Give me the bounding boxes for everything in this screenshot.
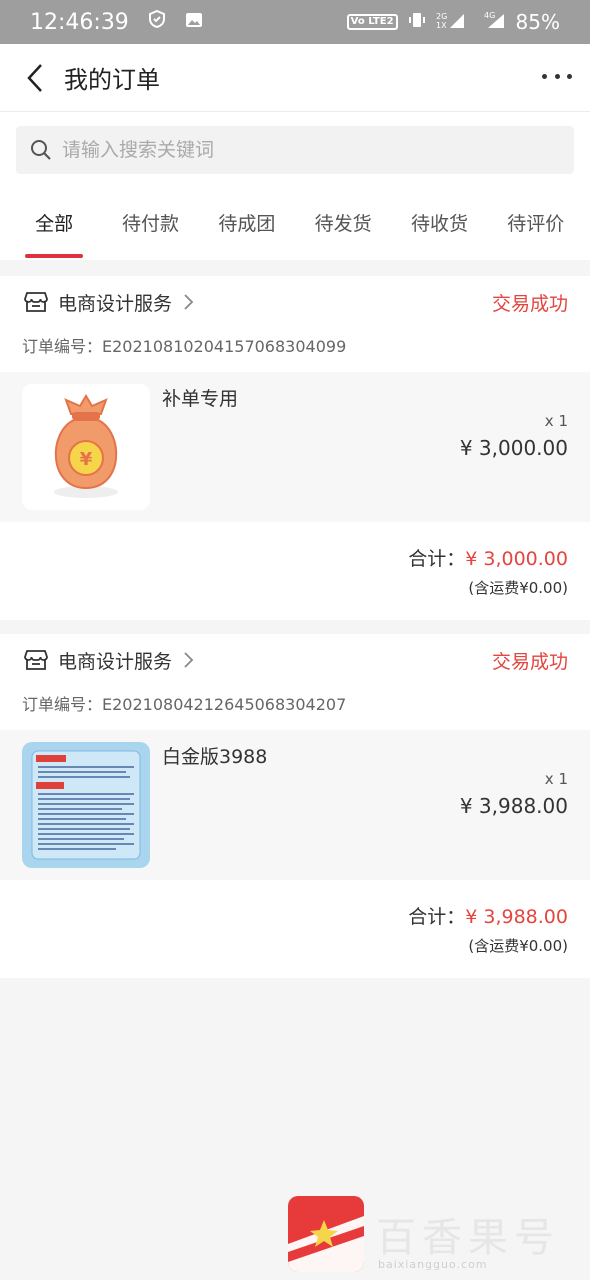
shop-link[interactable]: 电商设计服务 [24,647,194,674]
app-bar: 我的订单 [0,44,590,112]
svg-text:1X: 1X [436,21,447,30]
more-menu-button[interactable] [542,64,572,88]
item-name: 补单专用 [162,388,239,410]
shipping-note: (含运费¥0.00) [468,937,568,955]
product-image: ¥ [22,384,150,510]
watermark-logo-icon [288,1196,364,1272]
svg-text:4G: 4G [484,11,495,20]
status-time: 12:46:39 [30,9,129,35]
total-amount: ¥ 3,988.00 [465,906,568,928]
shield-icon [147,9,167,35]
order-number: 订单编号：E20210804212645068304207 [22,695,347,714]
watermark-subtext: baixiangguo.com [378,1258,488,1271]
volte-icon: Vo LTE2 [346,14,398,30]
item-name: 白金版3988 [162,746,268,768]
item-price: ¥ 3,000.00 [459,436,568,460]
signal-2g-icon: 2G 1X [436,10,466,35]
shop-name: 电商设计服务 [58,292,173,315]
shipping-note: (含运费¥0.00) [468,579,568,597]
page-title: 我的订单 [64,66,160,94]
total-amount: ¥ 3,000.00 [465,548,568,570]
watermark-text: 百香果号 [376,1215,560,1261]
money-bag-icon: ¥ [54,394,118,498]
order-status: 交易成功 [491,292,568,315]
order-number: 订单编号：E20210810204157068304099 [22,337,347,356]
tab-pending-review[interactable]: 待评价 [488,184,584,260]
search-bar[interactable] [16,126,574,174]
vibrate-icon [408,10,426,34]
order-status: 交易成功 [491,650,568,673]
chevron-right-icon [184,652,194,668]
shop-row: 电商设计服务 交易成功 [0,634,590,686]
signal-4g-icon: 4G [476,10,506,35]
svg-text:¥: ¥ [80,449,93,470]
product-image [22,742,150,868]
active-tab-indicator [25,254,84,258]
gallery-icon [185,10,203,35]
shop-row: 电商设计服务 交易成功 [0,276,590,328]
svg-text:2G: 2G [436,12,447,21]
status-bar: 12:46:39 Vo LTE2 2G 1X 4G 85% [0,0,590,44]
tab-pending-group[interactable]: 待成团 [199,184,295,260]
order-item[interactable]: 白金版3988 x 1 ¥ 3,988.00 [0,730,590,880]
order-item[interactable]: ¥ 补单专用 x 1 ¥ 3,000.00 [0,372,590,522]
shop-name: 电商设计服务 [58,650,173,673]
tab-pending-receipt[interactable]: 待收货 [391,184,487,260]
battery-level: 85% [515,10,560,34]
document-thumbnail-icon [31,750,141,860]
chevron-left-icon [27,63,42,92]
shop-link[interactable]: 电商设计服务 [24,289,194,316]
search-input[interactable] [62,139,522,161]
item-price: ¥ 3,988.00 [459,794,568,818]
chevron-right-icon [184,294,194,310]
order-card[interactable]: 电商设计服务 交易成功 订单编号：E2021081020415706830409… [0,276,590,620]
order-card[interactable]: 电商设计服务 交易成功 订单编号：E2021080421264506830420… [0,634,590,978]
order-summary: 合计：¥ 3,988.00 (含运费¥0.00) [0,880,590,978]
tab-all[interactable]: 全部 [6,184,102,260]
item-quantity: x 1 [544,412,568,430]
order-summary: 合计：¥ 3,000.00 (含运费¥0.00) [0,522,590,620]
more-dots-icon [542,73,547,79]
item-quantity: x 1 [544,770,568,788]
tab-pending-shipment[interactable]: 待发货 [295,184,391,260]
order-tabs: 全部 待付款 待成团 待发货 待收货 待评价 [0,184,590,260]
search-section [0,112,590,184]
store-icon [24,650,48,670]
order-total: 合计：¥ 3,988.00 [408,906,568,928]
tab-pending-payment[interactable]: 待付款 [102,184,198,260]
back-button[interactable] [18,61,52,95]
store-icon [24,292,48,312]
order-total: 合计：¥ 3,000.00 [408,548,568,570]
search-icon [31,140,51,160]
